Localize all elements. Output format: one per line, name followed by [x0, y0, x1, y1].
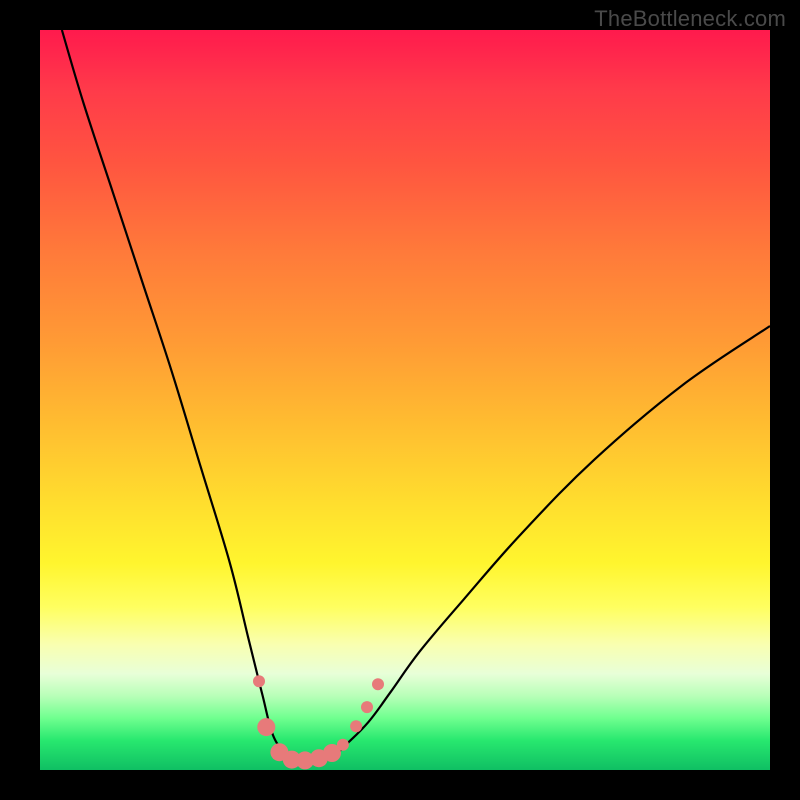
marker-dot	[253, 675, 265, 687]
marker-dot	[372, 678, 384, 690]
plot-area	[40, 30, 770, 770]
highlight-dots	[253, 675, 384, 769]
chart-frame: TheBottleneck.com	[0, 0, 800, 800]
chart-svg	[40, 30, 770, 770]
marker-dot	[257, 718, 275, 736]
marker-dot	[361, 701, 373, 713]
watermark-text: TheBottleneck.com	[594, 6, 786, 32]
marker-dot	[350, 720, 362, 732]
bottleneck-curve	[62, 30, 770, 763]
marker-dot	[337, 739, 349, 751]
